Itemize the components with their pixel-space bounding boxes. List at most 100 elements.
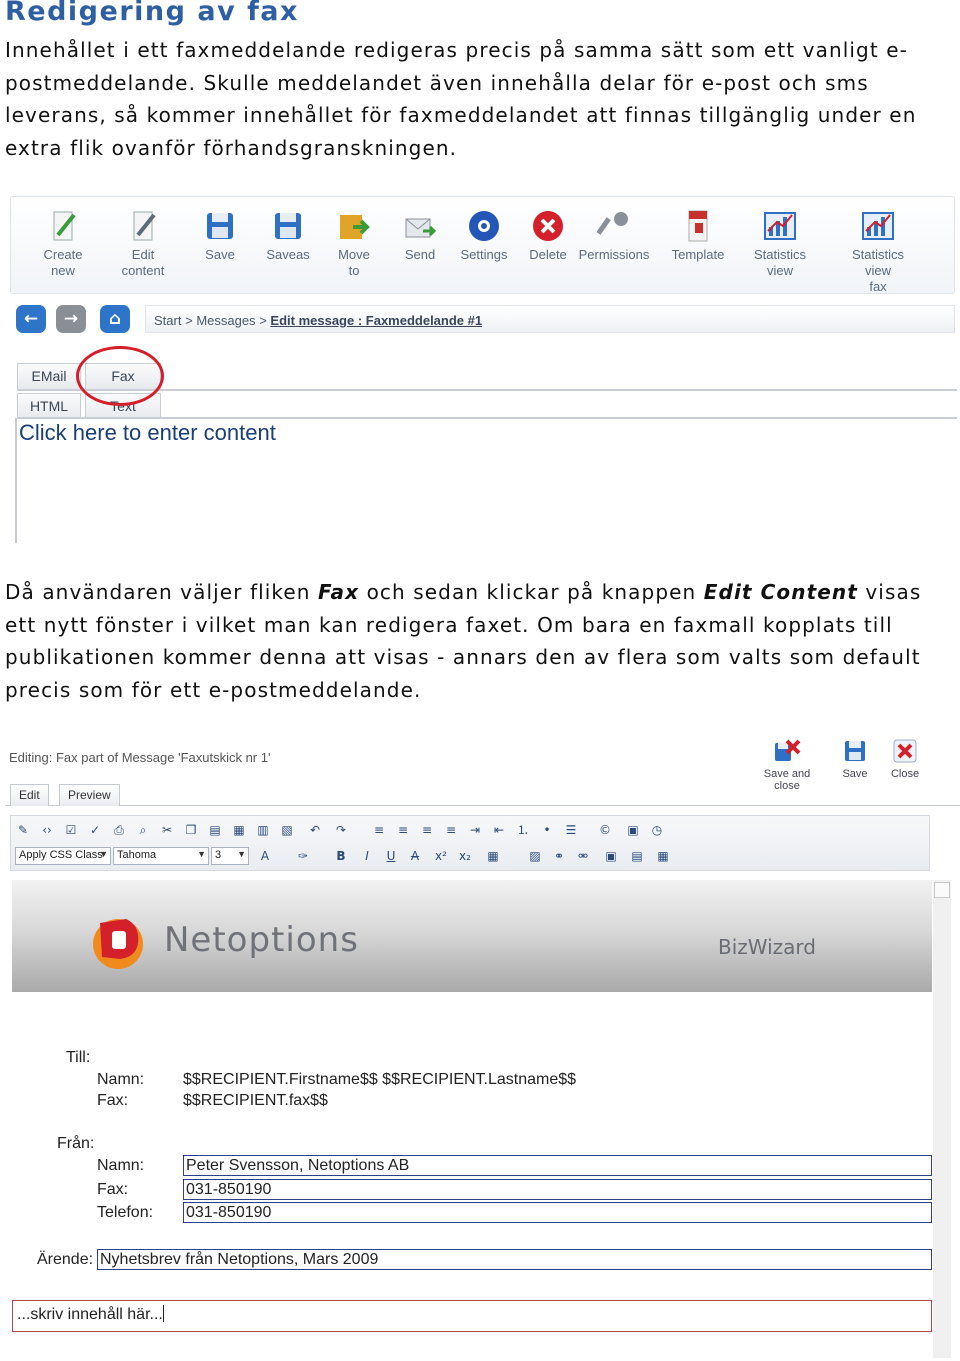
clock-icon[interactable]: ◷: [649, 822, 665, 838]
print-icon[interactable]: ⎙: [111, 822, 127, 838]
sender-fax-label: Fax:: [97, 1181, 129, 1198]
home-icon[interactable]: ⌂: [100, 305, 130, 333]
spellcheck-icon[interactable]: ✓: [87, 822, 103, 838]
content-area[interactable]: Click here to enter content: [15, 418, 955, 543]
copy-icon[interactable]: ❐: [183, 822, 199, 838]
tab-email[interactable]: EMail: [17, 363, 81, 389]
save-icon: [203, 209, 237, 243]
toolbar-label: content: [121, 263, 165, 278]
toolbar-button-statistics-view[interactable]: Statistics view: [743, 209, 817, 279]
back-arrow-icon[interactable]: ←: [16, 305, 46, 333]
toolbar-label: Statistics: [753, 247, 806, 262]
cut-icon[interactable]: ✂: [159, 822, 175, 838]
size-select[interactable]: 3 ▼: [211, 847, 249, 865]
checkbox-icon[interactable]: ☑: [63, 822, 79, 838]
sender-fax-field[interactable]: 031-850190: [183, 1179, 932, 1200]
edit-content-icon: [126, 209, 160, 243]
tab-preview[interactable]: Preview: [59, 784, 120, 806]
breadcrumb-current[interactable]: Edit message : Faxmeddelande #1: [270, 313, 482, 328]
outdent-icon[interactable]: ⇤: [491, 822, 507, 838]
toolbar-row: ✎ ‹› ☑ ✓ ⎙ ⌕ ✂ ❐ ▤ ▦ ▥ ▧ ↶ ↷ ≡ ≡ ≡ ≡ ⇥ ⇤ ⒈ • ☰ © ▣ ◷: [15, 819, 925, 841]
tab-edit[interactable]: Edit: [10, 784, 49, 806]
edit-content-emphasis: Edit Content: [703, 580, 858, 604]
align-center-icon[interactable]: ≡: [395, 822, 411, 838]
paste-text-icon[interactable]: ▦: [231, 822, 247, 838]
paste-html-icon[interactable]: ▧: [279, 822, 295, 838]
font-select[interactable]: Tahoma ▼: [113, 847, 209, 865]
scrollbar-thumb[interactable]: [934, 882, 950, 898]
toolbar-label: Template: [671, 247, 725, 262]
document-area[interactable]: Netoptions BizWizard Till: Namn: $$RECIP…: [10, 877, 932, 1361]
toolbar-label: Move: [338, 247, 370, 262]
underline-icon[interactable]: U: [383, 848, 399, 864]
source-icon[interactable]: ‹›: [39, 822, 55, 838]
toolbar-label: Delete: [529, 247, 567, 262]
statistics-view-fax-icon: [861, 209, 895, 243]
forward-arrow-icon[interactable]: →: [56, 305, 86, 333]
close-button[interactable]: Close: [870, 737, 940, 780]
page-heading: Redigering av fax: [5, 0, 299, 27]
vertical-scrollbar[interactable]: [933, 880, 951, 1358]
toolbar-button-create-new[interactable]: Create new: [26, 209, 100, 279]
editor-tabs: Edit Preview: [5, 784, 960, 806]
find-icon[interactable]: ⌕: [135, 822, 151, 838]
sender-name-field[interactable]: Peter Svensson, Netoptions AB: [183, 1155, 932, 1176]
numbered-list-icon[interactable]: ⒈: [515, 822, 531, 838]
align-left-icon[interactable]: ≡: [371, 822, 387, 838]
toolbar-button-template[interactable]: Template: [661, 209, 735, 263]
toolbar-button-statistics-view-fax[interactable]: Statistics view fax: [841, 209, 915, 295]
link-icon[interactable]: ⚭: [551, 848, 567, 864]
toolbar-button-send[interactable]: Send: [383, 209, 457, 263]
strikethrough-icon[interactable]: A: [407, 848, 423, 864]
css-class-select[interactable]: Apply CSS Class ▼: [15, 847, 111, 865]
paste-word-icon[interactable]: ▥: [255, 822, 271, 838]
media-icon[interactable]: ▣: [625, 822, 641, 838]
undo-icon[interactable]: ↶: [307, 822, 323, 838]
content-input[interactable]: ...skriv innehåll här...: [12, 1300, 932, 1332]
tab-html[interactable]: HTML: [17, 393, 81, 419]
text-span: Då användaren väljer fliken: [5, 580, 319, 604]
save-as-icon: [271, 209, 305, 243]
click-to-enter-content[interactable]: Click here to enter content: [19, 420, 276, 446]
subject-field[interactable]: Nyhetsbrev från Netoptions, Mars 2009: [97, 1249, 932, 1270]
sender-phone-field[interactable]: 031-850190: [183, 1202, 932, 1223]
toolbar-button-settings[interactable]: Settings: [447, 209, 521, 263]
image-icon[interactable]: ▨: [527, 848, 543, 864]
form-icon[interactable]: ▣: [603, 848, 619, 864]
save-and-close-icon: [773, 737, 801, 765]
symbol-icon[interactable]: ©: [597, 822, 613, 838]
indent-icon[interactable]: ⇥: [467, 822, 483, 838]
recipient-fax-value: $$RECIPIENT.fax$$: [183, 1092, 328, 1109]
toolbar-button-permissions[interactable]: Permissions: [577, 209, 651, 263]
instructions-paragraph: Då användaren väljer fliken Fax och seda…: [5, 576, 960, 706]
toolbar-button-delete[interactable]: Delete: [511, 209, 585, 263]
justify-icon[interactable]: ≡: [443, 822, 459, 838]
toolbar-button-save-as[interactable]: Saveas: [251, 209, 325, 263]
grid-icon[interactable]: ▦: [655, 848, 671, 864]
unlink-icon[interactable]: ⚮: [575, 848, 591, 864]
toolbar-button-save[interactable]: Save: [183, 209, 257, 263]
toolbar-label: Statistics view: [851, 247, 904, 278]
close-icon: [891, 737, 919, 765]
toolbar-button-move-to[interactable]: Move to: [317, 209, 391, 279]
pencil-icon[interactable]: ✎: [15, 822, 31, 838]
list-icon[interactable]: ☰: [563, 822, 579, 838]
bold-icon[interactable]: B: [333, 848, 349, 864]
redo-icon[interactable]: ↷: [333, 822, 349, 838]
toolbar-button-edit-content[interactable]: Edit content: [106, 209, 180, 279]
toolbar-label: Create: [43, 247, 83, 262]
breadcrumb-start[interactable]: Start: [154, 313, 181, 328]
table-icon[interactable]: ▦: [485, 848, 501, 864]
align-right-icon[interactable]: ≡: [419, 822, 435, 838]
paste-icon[interactable]: ▤: [207, 822, 223, 838]
subscript-icon[interactable]: x₂: [457, 848, 473, 864]
italic-icon[interactable]: I: [359, 848, 375, 864]
breadcrumb-messages[interactable]: Messages: [196, 313, 255, 328]
font-color-icon[interactable]: A: [257, 848, 273, 864]
highlight-icon[interactable]: ✑: [295, 848, 311, 864]
hr-icon[interactable]: ▤: [629, 848, 645, 864]
superscript-icon[interactable]: x²: [433, 848, 449, 864]
toolbar-label: view: [766, 263, 793, 278]
fax-editor-screenshot: Editing: Fax part of Message 'Faxutskick…: [5, 732, 960, 1361]
bullet-list-icon[interactable]: •: [539, 822, 555, 838]
